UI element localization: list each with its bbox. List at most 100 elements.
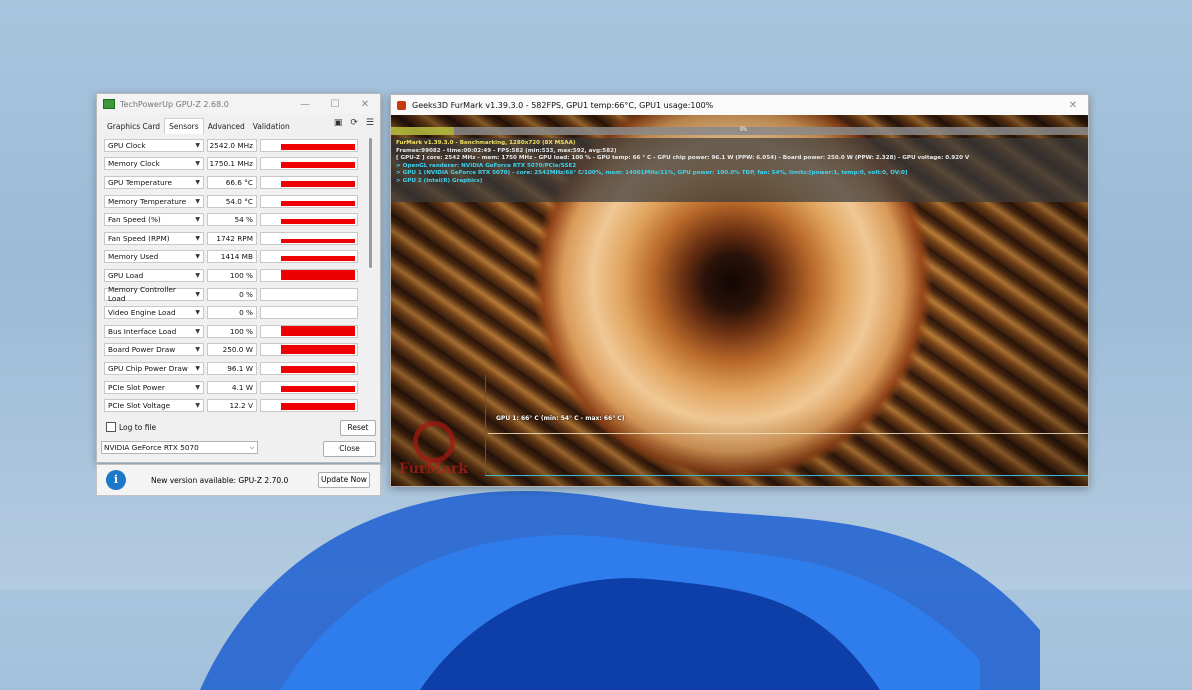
- refresh-icon[interactable]: ⟳: [350, 118, 358, 128]
- sensor-name-select[interactable]: Board Power Draw ▼: [104, 343, 204, 357]
- temperature-graph-label: GPU 1: 66° C (min: 54° C - max: 66° C): [496, 415, 625, 422]
- sensor-graph: [260, 343, 358, 357]
- sensor-name: Bus Interface Load: [108, 326, 177, 336]
- sensor-name-select[interactable]: GPU Load ▼: [104, 268, 204, 282]
- log-to-file-checkbox[interactable]: [106, 422, 116, 432]
- dropdown-arrow-icon: ▼: [195, 216, 200, 224]
- tab-validation[interactable]: Validation: [249, 119, 294, 134]
- sensor-graph-bar: [281, 269, 355, 280]
- sensor-graph-bar: [281, 385, 355, 392]
- dropdown-arrow-icon: ▼: [195, 141, 200, 149]
- device-select[interactable]: NVIDIA GeForce RTX 5070 ⌵: [101, 441, 258, 454]
- chevron-down-icon: ⌵: [249, 444, 254, 451]
- temperature-graph: GPU 1: 66° C (min: 54° C - max: 66° C): [485, 375, 1088, 476]
- sensor-name-select[interactable]: GPU Chip Power Draw ▼: [104, 361, 204, 375]
- dropdown-arrow-icon: ▼: [195, 197, 200, 205]
- sensor-graph: [260, 268, 358, 282]
- sensor-value: 1414 MB: [207, 250, 257, 264]
- tab-graphics-card[interactable]: Graphics Card: [103, 119, 164, 134]
- sensor-graph-bar: [281, 238, 355, 243]
- sensor-value: 0 %: [207, 306, 257, 320]
- gpuz-window: TechPowerUp GPU-Z 2.68.0 — ☐ ✕ Graphics …: [96, 93, 381, 463]
- hud-line: > GPU 2 (Intel(R) Graphics): [396, 177, 483, 184]
- sensor-name-select[interactable]: Video Engine Load ▼: [104, 306, 204, 320]
- minimize-icon[interactable]: —: [290, 99, 320, 110]
- sensor-value: 100 %: [207, 268, 257, 282]
- furmark-logo: FurMark: [395, 415, 481, 485]
- sensor-value: 1742 RPM: [207, 231, 257, 245]
- hud-line: FurMark v1.39.3.0 - Benchmarking, 1280x7…: [396, 140, 576, 146]
- log-to-file-label: Log to file: [119, 422, 157, 432]
- dropdown-arrow-icon: ▼: [195, 383, 200, 391]
- close-icon[interactable]: ✕: [1058, 100, 1088, 111]
- gpuz-titlebar[interactable]: TechPowerUp GPU-Z 2.68.0 — ☐ ✕: [97, 94, 380, 114]
- sensor-graph: [260, 231, 358, 245]
- sensor-name: Fan Speed (RPM): [108, 233, 170, 243]
- sensor-value: 100 %: [207, 324, 257, 338]
- sensor-row: Board Power Draw ▼ 250.0 W: [104, 341, 366, 360]
- sensor-name-select[interactable]: PCIe Slot Voltage ▼: [104, 399, 204, 413]
- update-message: New version available: GPU-Z 2.70.0: [151, 475, 289, 485]
- furmark-titlebar[interactable]: Geeks3D FurMark v1.39.3.0 - 582FPS, GPU1…: [391, 95, 1088, 115]
- sensor-value: 250.0 W: [207, 343, 257, 357]
- sensor-row: GPU Load ▼ 100 %: [104, 266, 366, 285]
- hud-line: Frames:99082 - time:00:02:49 - FPS:582 (…: [396, 147, 617, 154]
- sensor-row: GPU Chip Power Draw ▼ 96.1 W: [104, 359, 366, 378]
- sensor-list: GPU Clock ▼ 2542.0 MHz Memory Clock ▼ 1750.1 …: [104, 136, 366, 454]
- sensor-row: Memory Used ▼ 1414 MB: [104, 248, 366, 267]
- sensor-name-select[interactable]: Fan Speed (%) ▼: [104, 213, 204, 227]
- furmark-app-icon: [397, 100, 406, 110]
- reset-button[interactable]: Reset: [340, 420, 376, 436]
- sensor-graph: [260, 380, 358, 394]
- sensor-graph-bar: [281, 365, 355, 373]
- sensor-row: GPU Clock ▼ 2542.0 MHz: [104, 136, 366, 155]
- sensor-name-select[interactable]: GPU Clock ▼: [104, 138, 204, 152]
- sensor-scrollbar[interactable]: [369, 138, 372, 268]
- sensor-value: 0 %: [207, 287, 257, 301]
- sensor-name-select[interactable]: Memory Used ▼: [104, 250, 204, 264]
- sensor-graph-bar: [281, 403, 355, 411]
- temperature-graph-line: [488, 433, 1088, 436]
- sensor-name-select[interactable]: Memory Controller Load ▼: [104, 285, 204, 303]
- hud-line: > OpenGL renderer: NVIDIA GeForce RTX 50…: [396, 162, 577, 169]
- sensor-name: GPU Load: [108, 270, 144, 280]
- sensor-row: Video Engine Load ▼ 0 %: [104, 303, 366, 322]
- tab-sensors[interactable]: Sensors: [164, 118, 204, 134]
- dropdown-arrow-icon: ▼: [195, 160, 200, 168]
- sensor-row: Memory Clock ▼ 1750.1 MHz: [104, 155, 366, 174]
- sensor-name-select[interactable]: Memory Temperature ▼: [104, 194, 204, 208]
- sensor-graph: [260, 250, 358, 264]
- sensor-graph: [260, 157, 358, 171]
- menu-icon[interactable]: ☰: [366, 118, 374, 128]
- sensor-name: Memory Clock: [108, 159, 160, 169]
- sensor-graph: [260, 306, 358, 320]
- sensor-name: Memory Temperature: [108, 196, 187, 206]
- sensor-name-select[interactable]: Fan Speed (RPM) ▼: [104, 231, 204, 245]
- sensor-graph: [260, 194, 358, 208]
- sensor-value: 4.1 W: [207, 380, 257, 394]
- sensor-name-select[interactable]: GPU Temperature ▼: [104, 175, 204, 189]
- sensor-row: PCIe Slot Power ▼ 4.1 W: [104, 378, 366, 397]
- sensor-row: Memory Controller Load ▼ 0 %: [104, 285, 366, 304]
- sensor-value: 2542.0 MHz: [207, 138, 257, 152]
- tab-advanced[interactable]: Advanced: [204, 119, 249, 134]
- furmark-window-title: Geeks3D FurMark v1.39.3.0 - 582FPS, GPU1…: [412, 100, 714, 110]
- sensor-graph-bar: [281, 256, 355, 262]
- sensor-graph: [260, 399, 358, 413]
- sensor-name-select[interactable]: PCIe Slot Power ▼: [104, 380, 204, 394]
- close-button[interactable]: Close: [323, 441, 376, 457]
- sensor-name-select[interactable]: Memory Clock ▼: [104, 157, 204, 171]
- sensor-name: PCIe Slot Voltage: [108, 401, 171, 411]
- dropdown-arrow-icon: ▼: [195, 364, 200, 372]
- camera-icon[interactable]: ▣: [334, 118, 343, 128]
- maximize-icon[interactable]: ☐: [320, 99, 350, 110]
- dropdown-arrow-icon: ▼: [195, 309, 200, 317]
- sensor-row: Fan Speed (RPM) ▼ 1742 RPM: [104, 229, 366, 248]
- dropdown-arrow-icon: ▼: [195, 346, 200, 354]
- sensor-name-select[interactable]: Bus Interface Load ▼: [104, 324, 204, 338]
- sensor-name: PCIe Slot Power: [108, 382, 165, 392]
- update-now-button[interactable]: Update Now: [318, 472, 370, 488]
- close-icon[interactable]: ✕: [350, 99, 380, 110]
- hud-line: [ GPU-Z ] core: 2542 MHz - mem: 1750 MHz…: [396, 155, 970, 162]
- sensor-name: Board Power Draw: [108, 345, 176, 355]
